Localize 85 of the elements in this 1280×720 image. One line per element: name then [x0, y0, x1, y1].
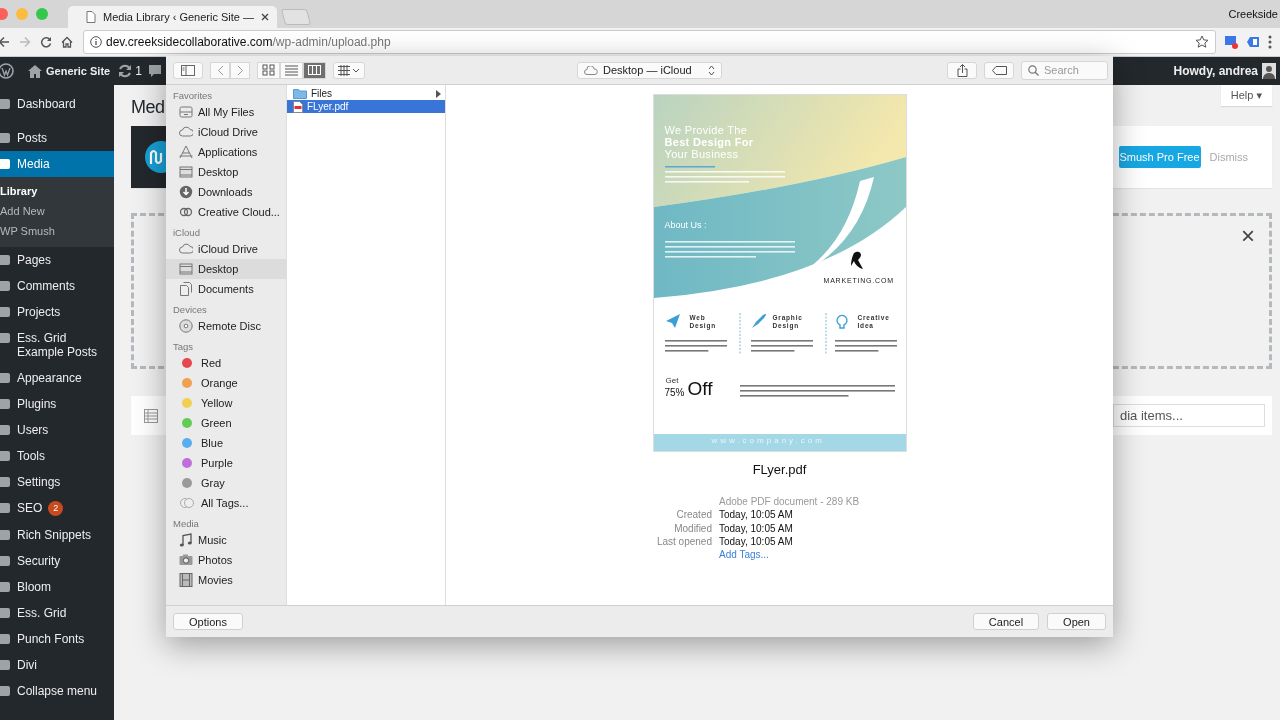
section-heading: Favorites [172, 90, 214, 102]
menu-item[interactable]: Appearance [0, 365, 114, 391]
sidebar-item[interactable]: Desktop [166, 259, 286, 279]
detail-label: Last opened [655, 534, 712, 549]
search-field[interactable]: Search [1021, 60, 1108, 80]
sidebar-item[interactable]: iCloud Drive [166, 122, 286, 142]
menu-item[interactable]: Punch Fonts [0, 626, 114, 652]
section-heading: Media [172, 517, 200, 530]
submenu-item[interactable]: WP Smush [0, 221, 114, 241]
user-greeting[interactable]: Howdy, andrea [1173, 64, 1258, 78]
flyer-offer-label: Get [665, 376, 679, 385]
add-tags-link[interactable]: Add Tags... [719, 548, 860, 562]
sidebar-item[interactable]: Movies [166, 570, 286, 590]
menu-item[interactable]: Plugins [0, 391, 114, 417]
search-field[interactable]: dia items... [1113, 404, 1265, 427]
menu-item[interactable]: Comments [0, 273, 114, 299]
detail-label: Modified [673, 521, 712, 535]
sidebar-item[interactable]: Remote Disc [166, 316, 286, 336]
menu-item[interactable]: Posts [0, 125, 114, 151]
section-heading: Tags [172, 340, 195, 353]
detail-value: Today, 10:05 AM [719, 521, 794, 535]
sidebar-item[interactable]: Creative Cloud... [166, 202, 286, 222]
sidebar-item[interactable]: All Tags... [166, 493, 286, 513]
sidebar-item[interactable]: Green [166, 413, 286, 433]
menu-item[interactable]: Collapse menu [0, 678, 114, 704]
menu-item[interactable]: Ess. Grid Example Posts [0, 325, 114, 365]
options-button[interactable]: Options [173, 613, 243, 630]
menu-item[interactable]: Users [0, 417, 114, 443]
detail-label: Created [675, 508, 712, 522]
help-tab[interactable]: Help ▾ [1220, 85, 1272, 106]
menu-item[interactable]: Media [0, 151, 114, 177]
menu-item[interactable]: Settings [0, 469, 114, 495]
sidebar-item[interactable]: iCloud Drive [166, 239, 286, 259]
file-summary: Adobe PDF document - 289 KB [719, 495, 860, 509]
site-name-link[interactable]: Generic Site [46, 65, 111, 77]
submenu-item[interactable]: Library [0, 181, 114, 201]
sidebar-item[interactable]: Downloads [166, 182, 286, 202]
section-heading: iCloud [172, 226, 201, 239]
menu-item[interactable]: Ess. Grid [0, 600, 114, 626]
sidebar-item[interactable]: Music [166, 530, 286, 550]
sidebar-item[interactable]: Photos [166, 550, 286, 570]
address-field[interactable]: dev.creeksidecollaborative.com/wp-admin/upload.php [83, 30, 1216, 54]
sidebar-item[interactable]: Desktop [166, 162, 286, 182]
open-button[interactable]: Open [1047, 613, 1106, 630]
flyer-offer-word: Off [687, 378, 713, 400]
count-badge: 2 [48, 501, 64, 516]
menu-item[interactable]: Pages [0, 247, 114, 273]
cancel-button[interactable]: Cancel [972, 613, 1040, 630]
flyer-heading: About Us : [664, 220, 707, 230]
flyer-headline: We Provide The [664, 124, 749, 136]
url-text: dev.creeksidecollaborative.com/wp-admin/upload.php [106, 35, 391, 49]
menu-item[interactable]: Projects [0, 299, 114, 325]
menu-item[interactable]: Dashboard [0, 91, 114, 117]
sidebar-item[interactable]: Yellow [166, 393, 286, 413]
detail-value: Today, 10:05 AM [719, 508, 794, 522]
page-title: Med [131, 97, 165, 118]
sidebar-item[interactable]: All My Files [166, 102, 286, 122]
close-button[interactable]: × [1241, 224, 1255, 248]
sidebar-item[interactable]: Orange [166, 373, 286, 393]
browser-tab[interactable]: Media Library ‹ Generic Site — [68, 6, 277, 28]
profile-name[interactable]: Creekside [1228, 8, 1278, 20]
flyer-headline: Best Design For [664, 136, 754, 148]
file-name: FLyer.pdf [752, 462, 807, 477]
sidebar-item[interactable]: Red [166, 353, 286, 373]
flyer-headline: Your Business [664, 148, 740, 160]
menu-item[interactable]: Tools [0, 443, 114, 469]
menu-item[interactable]: Bloom [0, 574, 114, 600]
flyer-footer-text: www.company.com [711, 436, 825, 445]
location-popup[interactable]: Desktop — iCloud [577, 61, 722, 79]
sidebar-item[interactable]: Gray [166, 473, 286, 493]
flyer-offer-value: 75% [664, 387, 685, 398]
sidebar-item[interactable]: Documents [166, 279, 286, 299]
sidebar-item[interactable]: Blue [166, 433, 286, 453]
sidebar-item[interactable]: Applications [166, 142, 286, 162]
menu-item[interactable]: Rich Snippets [0, 522, 114, 548]
menu-item[interactable]: Security [0, 548, 114, 574]
file-item[interactable]: FLyer.pdf [287, 100, 445, 113]
menu-item[interactable]: Divi [0, 652, 114, 678]
menu-item[interactable]: SEO 2 [0, 495, 114, 522]
update-count[interactable]: 1 [135, 64, 142, 78]
file-item[interactable]: Files [287, 87, 445, 100]
sidebar-item[interactable]: Purple [166, 453, 286, 473]
submenu-item[interactable]: Add New [0, 201, 114, 221]
section-heading: Devices [172, 303, 208, 316]
detail-value: Today, 10:05 AM [719, 534, 794, 549]
